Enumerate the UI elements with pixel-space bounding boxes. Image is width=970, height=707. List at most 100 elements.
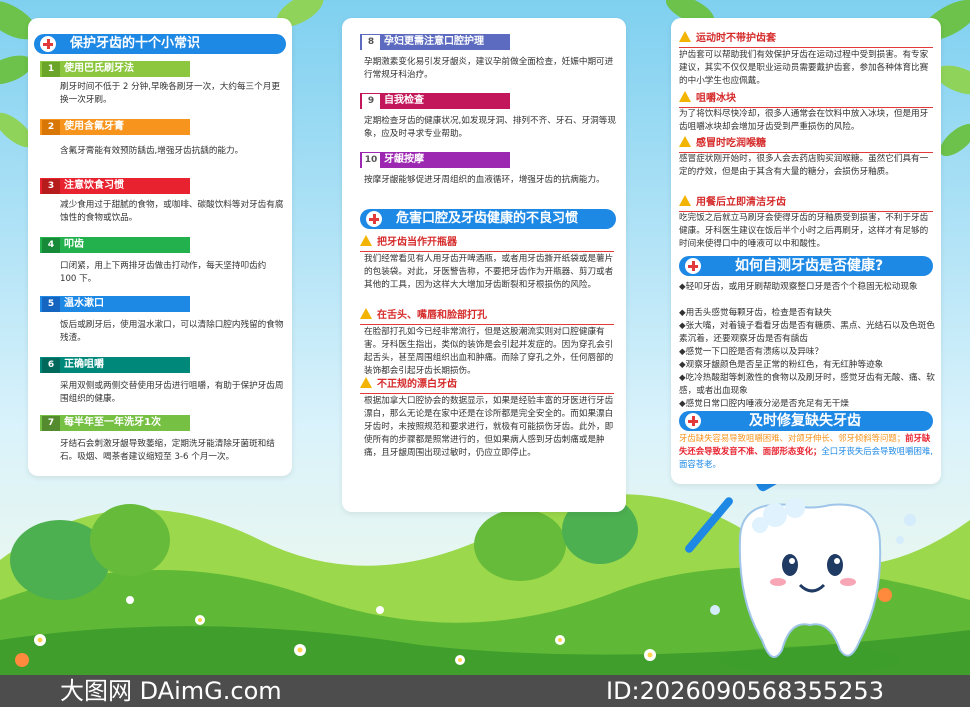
tip-number: 6	[42, 358, 60, 373]
habit-7-text: 吃完饭之后就立马刷牙会使得牙齿的牙釉质受到损害，不利于牙齿健康。牙科医生建议在饭…	[679, 213, 929, 249]
tip-label: 温水漱口	[64, 298, 104, 309]
habit-6-title: 感冒时吃润喉糖	[679, 136, 766, 151]
habit-2-text: 在脸部打孔如今已经非常流行，但是这股潮流实则对口腔健康有害。牙科医生指出，类似的…	[364, 327, 614, 376]
habit-title-text: 感冒时吃润喉糖	[696, 138, 766, 149]
list-item: ◆吃冷热酸甜等刺激性的食物以及刷牙时，感觉牙齿有无酸、痛、软感，或者出血现象	[679, 373, 935, 396]
tip-number: 7	[42, 416, 60, 431]
tip-label: 牙龈按摩	[384, 154, 424, 165]
habit-3-text: 根据加拿大口腔协会的数据显示，如果是经验丰富的牙医进行牙齿漂白，那么无论是在家中…	[364, 396, 614, 458]
habit-title-text: 用餐后立即清洁牙齿	[696, 197, 786, 208]
tip-4-header: 4 叩齿	[40, 237, 190, 253]
habit-1-text: 我们经常看见有人用牙齿开啤酒瓶，或者用牙齿撕开纸袋或是薯片的包装袋。对此，牙医警…	[364, 254, 614, 290]
divider	[360, 324, 614, 325]
repair-title: 及时修复缺失牙齿	[749, 413, 861, 429]
repair-part-1: 牙齿缺失容易导致咀嚼困难、对颌牙伸长、邻牙倾斜等问题；	[679, 433, 906, 443]
panel-ten-tips: 保护牙齿的十个小常识 1 使用巴氏刷牙法 刷牙时间不低于 2 分钟,早晚各刷牙一…	[28, 18, 292, 476]
tip-10-text: 按摩牙龈能够促进牙周组织的血液循环，增强牙齿的抗病能力。	[364, 175, 605, 185]
tip-number: 4	[42, 238, 60, 253]
divider	[360, 251, 614, 252]
tip-7-header: 7 每半年至一年洗牙1次	[40, 415, 190, 431]
tip-3-text: 减少食用过于甜腻的食物，或咖啡、碳酸饮料等对牙齿有腐蚀性的食物或饮品。	[60, 200, 284, 223]
panel-tips-and-bad-habits: 8 孕妇更需注意口腔护理 孕期激素变化易引发牙龈炎，建议孕前做全面检查，妊娠中期…	[342, 18, 626, 512]
panel1-title: 保护牙齿的十个小常识	[70, 36, 201, 51]
tip-6-text: 采用双侧或两侧交替使用牙齿进行咀嚼，有助于保护牙齿周围组织的健康。	[60, 381, 284, 404]
tip-6-header: 6 正确咀嚼	[40, 357, 190, 373]
tip-2-header: 2 使用含氟牙膏	[40, 119, 190, 135]
selfcheck-title: 如何自测牙齿是否健康?	[735, 258, 884, 274]
divider	[360, 393, 614, 394]
tip-number: 9	[362, 94, 380, 109]
habit-2-title: 在舌头、嘴唇和脸部打孔	[360, 308, 487, 323]
tip-label: 自我检查	[384, 95, 424, 106]
warning-icon	[679, 91, 691, 102]
habit-title-text: 咀嚼冰块	[696, 93, 736, 104]
tip-10-header: 10 牙龈按摩	[360, 152, 510, 168]
tip-1-header: 1 使用巴氏刷牙法	[40, 61, 190, 77]
habit-7-title: 用餐后立即清洁牙齿	[679, 195, 786, 210]
warning-icon	[360, 377, 372, 388]
tip-label: 正确咀嚼	[64, 359, 104, 370]
selfcheck-title-bar: 如何自测牙齿是否健康?	[679, 256, 933, 276]
bad-habits-title: 危害口腔及牙齿健康的不良习惯	[396, 211, 579, 226]
warning-icon	[679, 136, 691, 147]
habit-title-text: 不正规的漂白牙齿	[377, 379, 457, 390]
list-item: ◆感觉日常口腔内唾液分泌是否充足有无干燥	[679, 399, 849, 409]
habit-5-title: 咀嚼冰块	[679, 91, 736, 106]
selfcheck-list: ◆用舌头感觉每颗牙齿，检查是否有缺失 ◆张大嘴，对着镜子看看牙齿是否有糖质、黑点…	[679, 307, 935, 411]
tip-1-text: 刷牙时间不低于 2 分钟,早晚各刷牙一次，大约每三个月更换一次牙刷。	[60, 82, 280, 105]
tip-label: 注意饮食习惯	[64, 180, 124, 191]
habit-5-text: 为了将饮料尽快冷却，很多人通常会在饮料中放入冰块，但是用牙齿咀嚼冰块却会增加牙齿…	[679, 109, 929, 132]
tip-label: 使用巴氏刷牙法	[64, 63, 134, 74]
habit-4-text: 护齿套可以帮助我们有效保护牙齿在运动过程中受到损害。有专家建议，其实不仅仅是职业…	[679, 50, 929, 86]
tip-9-header: 9 自我检查	[360, 93, 510, 109]
tip-number: 5	[42, 297, 60, 312]
tip-8-header: 8 孕妇更需注意口腔护理	[360, 34, 510, 50]
medical-cross-icon	[685, 413, 701, 429]
warning-icon	[679, 195, 691, 206]
watermark-brand: 大图网 DAimG.com	[60, 677, 282, 705]
habit-title-text: 运动时不带护齿套	[696, 33, 776, 44]
selfcheck-intro: ◆轻叩牙齿，或用牙刷帮助观察整口牙是否个个稳固无松动现象	[679, 282, 918, 292]
divider	[679, 47, 933, 48]
tip-8-text: 孕期激素变化易引发牙龈炎，建议孕前做全面检查，妊娠中期可进行常规牙科治疗。	[364, 57, 614, 80]
tip-5-text: 饭后或刷牙后，使用温水漱口，可以清除口腔内残留的食物残渣。	[60, 320, 284, 343]
tip-number: 3	[42, 179, 60, 194]
bad-habits-title-bar: 危害口腔及牙齿健康的不良习惯	[360, 209, 616, 229]
habit-4-title: 运动时不带护齿套	[679, 31, 776, 46]
medical-cross-icon	[685, 258, 701, 274]
tip-label: 使用含氟牙膏	[64, 121, 124, 132]
tip-label: 叩齿	[64, 239, 84, 250]
habit-3-title: 不正规的漂白牙齿	[360, 377, 457, 392]
watermark-id: ID:2026090568355253	[606, 677, 884, 705]
tip-5-header: 5 温水漱口	[40, 296, 190, 312]
habit-1-title: 把牙齿当作开瓶器	[360, 235, 457, 250]
tip-number: 2	[42, 120, 60, 135]
list-item: ◆感觉一下口腔是否有溃疡以及异味？	[679, 347, 824, 357]
panel-habits-and-selfcheck: 运动时不带护齿套 护齿套可以帮助我们有效保护牙齿在运动过程中受到损害。有专家建议…	[671, 18, 941, 484]
warning-icon	[360, 308, 372, 319]
tip-label: 每半年至一年洗牙1次	[64, 417, 161, 428]
watermark-footer: 大图网 DAimG.com ID:2026090568355253	[0, 675, 970, 707]
habit-title-text: 把牙齿当作开瓶器	[377, 237, 457, 248]
tip-number: 8	[362, 35, 380, 50]
habit-title-text: 在舌头、嘴唇和脸部打孔	[377, 310, 487, 321]
tip-9-text: 定期检查牙齿的健康状况,如发现牙洞、排列不齐、牙石、牙洞等现象，应及时寻求专业帮…	[364, 116, 616, 139]
tip-3-header: 3 注意饮食习惯	[40, 178, 190, 194]
tip-4-text: 口闭紧，用上下两排牙齿做击打动作，每天坚持叩齿约 100 下。	[60, 261, 267, 284]
list-item: ◆观察牙龈颜色是否呈正常的粉红色，有无红肿等迹象	[679, 360, 884, 370]
tip-number: 10	[362, 153, 380, 168]
tip-2-text: 含氟牙膏能有效预防龋齿,增强牙齿抗龋的能力。	[60, 146, 244, 156]
tip-7-text: 牙结石会刺激牙龈导致萎缩，定期洗牙能清除牙菌斑和结石。吸烟、喝茶者建议缩短至 3…	[60, 439, 275, 462]
repair-text: 牙齿缺失容易导致咀嚼困难、对颌牙伸长、邻牙倾斜等问题；前牙缺失还会导致发音不准、…	[679, 432, 935, 471]
tip-label: 孕妇更需注意口腔护理	[384, 36, 484, 47]
list-item: ◆用舌头感觉每颗牙齿，检查是否有缺失	[679, 308, 832, 318]
warning-icon	[679, 31, 691, 42]
tip-number: 1	[42, 62, 60, 77]
panel1-title-bar: 保护牙齿的十个小常识	[34, 34, 286, 54]
warning-icon	[360, 235, 372, 246]
medical-cross-icon	[366, 211, 382, 227]
repair-title-bar: 及时修复缺失牙齿	[679, 411, 933, 431]
habit-6-text: 感冒症状刚开始时，很多人会去药店购买润喉糖。虽然它们具有一定的疗效，但是由于其含…	[679, 154, 929, 177]
medical-cross-icon	[40, 36, 56, 52]
list-item: ◆张大嘴，对着镜子看看牙齿是否有糖质、黑点、光结石以及色斑色素沉着，还要观察牙齿…	[679, 321, 935, 344]
